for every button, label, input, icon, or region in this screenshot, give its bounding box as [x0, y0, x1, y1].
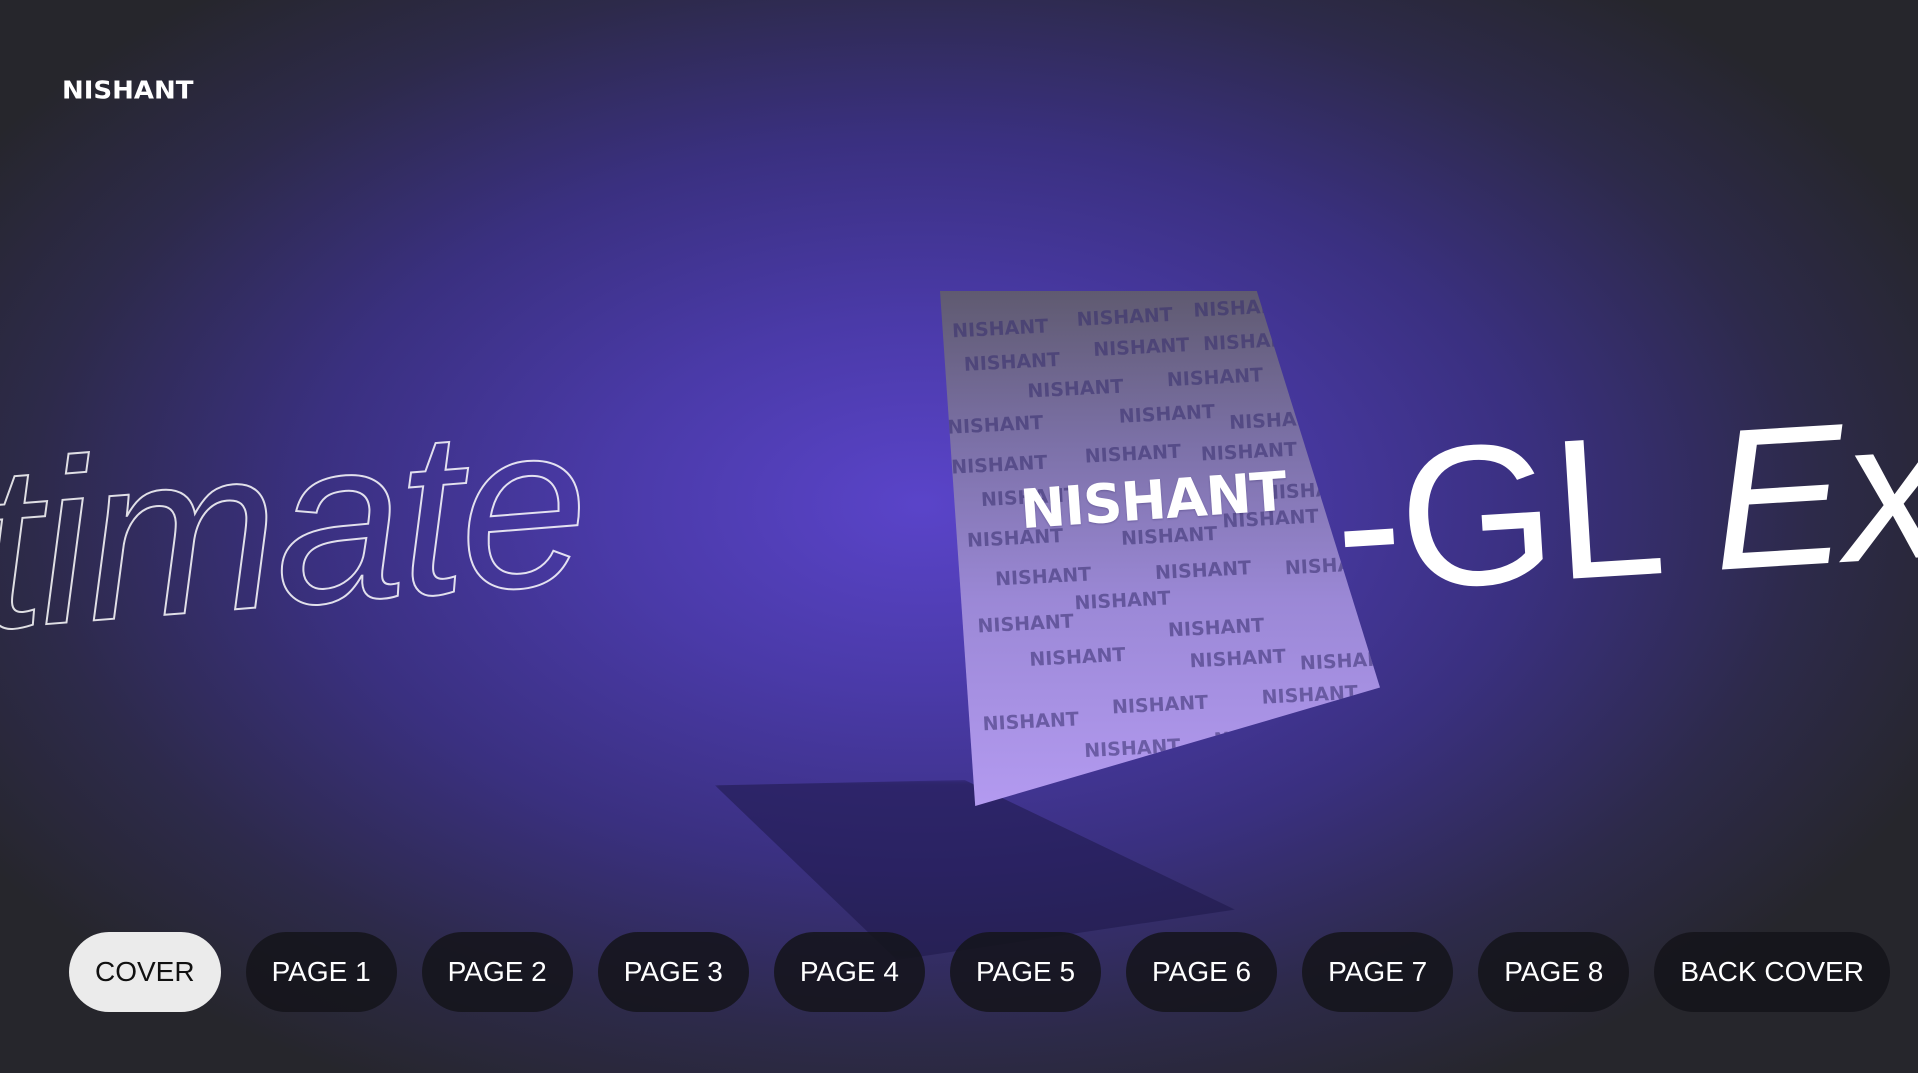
- pattern-word: NISHANT: [1189, 645, 1287, 673]
- cover-pattern: NISHANT NISHANT NISHANT NISHANT NISHANT …: [940, 291, 1380, 805]
- pattern-word: NISHANT: [1084, 440, 1182, 468]
- hero-title-outline: ltimate: [0, 372, 592, 684]
- pattern-word: NISHANT: [1092, 334, 1190, 362]
- nav-button-page-1[interactable]: PAGE 1: [245, 932, 397, 1012]
- pattern-word: NISHANT: [1166, 364, 1264, 392]
- book-cover[interactable]: NISHANT NISHANT NISHANT NISHANT NISHANT …: [940, 291, 1380, 806]
- pattern-word: NISHANT: [1335, 715, 1380, 743]
- nav-button-page-6[interactable]: PAGE 6: [1126, 932, 1278, 1012]
- pattern-word: NISHANT: [994, 563, 1092, 591]
- brand-logo[interactable]: NISHANT: [62, 77, 194, 106]
- nav-button-page-8[interactable]: PAGE 8: [1478, 932, 1630, 1012]
- nav-button-page-3[interactable]: PAGE 3: [597, 932, 749, 1012]
- nav-button-page-7[interactable]: PAGE 7: [1302, 932, 1454, 1012]
- pattern-word: NISHANT: [1261, 681, 1359, 709]
- page-nav: COVER PAGE 1 PAGE 2 PAGE 3 PAGE 4 PAGE 5…: [69, 932, 1890, 1012]
- nav-button-cover[interactable]: COVER: [69, 932, 221, 1012]
- pattern-word: NISHANT: [951, 315, 1049, 343]
- pattern-word: NISHANT: [1076, 303, 1174, 331]
- pattern-word: NISHANT: [1192, 294, 1290, 322]
- pattern-word: NISHANT: [963, 348, 1061, 376]
- nav-button-page-5[interactable]: PAGE 5: [949, 932, 1102, 1012]
- pattern-word: NISHANT: [1154, 557, 1252, 585]
- pattern-word: NISHANT: [1111, 691, 1209, 719]
- pattern-word: NISHANT: [1028, 643, 1126, 671]
- pattern-word: NISHANT: [950, 451, 1048, 479]
- pattern-word: NISHANT: [1299, 647, 1380, 675]
- pattern-word: NISHANT: [1213, 724, 1311, 752]
- pattern-word: NISHANT: [1026, 375, 1124, 403]
- pattern-word: NISHANT: [1202, 328, 1300, 356]
- hero-title-solid: -GL Ex: [1328, 373, 1918, 640]
- hero-title-solid-italic: Ex: [1704, 376, 1918, 613]
- hero-title-solid-text: -GL: [1328, 393, 1669, 636]
- pattern-word: NISHANT: [1118, 400, 1216, 428]
- pattern-word: NISHANT: [946, 411, 1044, 439]
- nav-button-back-cover[interactable]: BACK COVER: [1654, 932, 1890, 1012]
- pattern-word: NISHANT: [1073, 587, 1172, 615]
- nav-button-page-2[interactable]: PAGE 2: [421, 932, 573, 1012]
- pattern-word: NISHANT: [1083, 735, 1181, 763]
- pattern-word: NISHANT: [977, 610, 1075, 638]
- scene-canvas[interactable]: NISHANT ltimate -GL Ex NISHANT NISHANT NI…: [0, 0, 1918, 1073]
- pattern-word: NISHANT: [1228, 407, 1326, 435]
- nav-button-page-4[interactable]: PAGE 4: [773, 932, 925, 1012]
- pattern-word: NISHANT: [1167, 614, 1265, 642]
- pattern-word: NISHANT: [982, 708, 1080, 736]
